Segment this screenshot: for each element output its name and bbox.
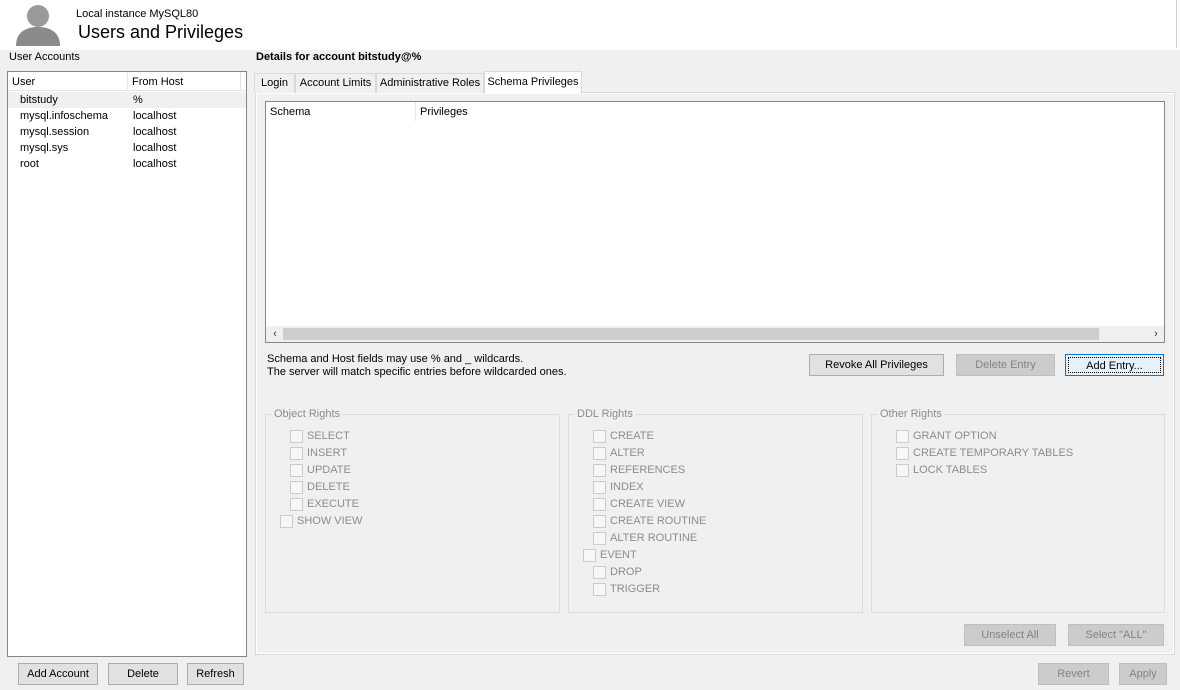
checkbox-label: CREATE VIEW: [610, 498, 685, 510]
select-all-button[interactable]: Select "ALL": [1068, 624, 1164, 646]
tab-account-limits[interactable]: Account Limits: [295, 73, 376, 93]
user-row[interactable]: mysql.sys localhost: [8, 140, 246, 156]
add-account-button[interactable]: Add Account: [18, 663, 98, 685]
checkbox-label: ALTER ROUTINE: [610, 532, 698, 544]
column-header-schema[interactable]: Schema: [270, 106, 310, 118]
checkbox-label: SHOW VIEW: [297, 515, 363, 527]
user-avatar-icon: [16, 5, 60, 46]
checkbox-label: CREATE ROUTINE: [610, 515, 707, 527]
user-name: mysql.session: [20, 126, 90, 138]
user-accounts-heading: User Accounts: [9, 51, 80, 63]
user-name: root: [20, 158, 39, 170]
user-host: localhost: [133, 158, 177, 170]
checkbox-box: [593, 532, 606, 545]
group-title: DDL Rights: [575, 408, 635, 420]
checkbox-box: [290, 464, 303, 477]
checkbox-box: [593, 464, 606, 477]
checkbox-label: SELECT: [307, 430, 350, 442]
user-list-header: User From Host: [8, 72, 246, 91]
checkbox-box: [290, 498, 303, 511]
checkbox-label: EXECUTE: [307, 498, 359, 510]
instance-label: Local instance MySQL80: [76, 8, 199, 20]
checkbox-label: INDEX: [610, 481, 644, 493]
user-name: mysql.infoschema: [20, 110, 109, 122]
user-row[interactable]: root localhost: [8, 156, 246, 172]
ddl-rights-group: DDL Rights CREATE ALTER REFERENCES INDEX…: [568, 408, 863, 613]
user-host: localhost: [133, 110, 177, 122]
header-divider: [1176, 0, 1177, 48]
user-rows: bitstudy % mysql.infoschema localhost my…: [8, 92, 246, 172]
other-rights-group: Other Rights GRANT OPTION CREATE TEMPORA…: [871, 408, 1165, 613]
tab-login[interactable]: Login: [254, 73, 295, 93]
checkbox-label: INSERT: [307, 447, 348, 459]
unselect-all-button[interactable]: Unselect All: [964, 624, 1056, 646]
user-name: bitstudy: [20, 94, 58, 106]
checkbox-box: [593, 498, 606, 511]
page-title: Users and Privileges: [78, 22, 244, 42]
checkbox-label: REFERENCES: [610, 464, 686, 476]
details-title: Details for account bitstudy@%: [256, 51, 422, 63]
checkbox-label: DROP: [610, 566, 642, 578]
user-accounts-list[interactable]: User From Host bitstudy % mysql.infosche…: [7, 71, 247, 657]
wildcard-hint-2: The server will match specific entries b…: [267, 366, 567, 378]
user-host: localhost: [133, 142, 177, 154]
delete-entry-button[interactable]: Delete Entry: [956, 354, 1055, 376]
scroll-left-icon[interactable]: ‹: [267, 326, 283, 342]
group-title: Object Rights: [272, 408, 343, 420]
user-row[interactable]: bitstudy %: [8, 92, 246, 108]
user-host: %: [133, 94, 143, 106]
checkbox-box: [593, 583, 606, 596]
revoke-all-privileges-button[interactable]: Revoke All Privileges: [809, 354, 944, 376]
checkbox-label: LOCK TABLES: [913, 464, 988, 476]
checkbox-label: GRANT OPTION: [913, 430, 997, 442]
checkbox-box: [593, 481, 606, 494]
refresh-button[interactable]: Refresh: [187, 663, 244, 685]
checkbox-label: UPDATE: [307, 464, 351, 476]
add-entry-button[interactable]: Add Entry...: [1065, 354, 1164, 376]
checkbox-box: [593, 430, 606, 443]
column-separator: [127, 72, 128, 90]
group-title: Other Rights: [878, 408, 944, 420]
checkbox-label: TRIGGER: [610, 583, 661, 595]
checkbox-label: CREATE: [610, 430, 654, 442]
add-entry-label: Add Entry...: [1068, 357, 1161, 373]
checkbox-box: [896, 430, 909, 443]
checkbox-label: DELETE: [307, 481, 350, 493]
object-rights-group: Object Rights SELECT INSERT UPDATE DELET…: [265, 408, 560, 613]
user-row[interactable]: mysql.infoschema localhost: [8, 108, 246, 124]
wildcard-hint: Schema and Host fields may use % and _ w…: [267, 353, 524, 365]
checkbox-box: [583, 549, 596, 562]
checkbox-box: [593, 515, 606, 528]
column-separator: [240, 72, 241, 90]
tab-administrative-roles[interactable]: Administrative Roles: [376, 73, 484, 93]
checkbox-box: [593, 447, 606, 460]
tab-schema-privileges[interactable]: Schema Privileges: [484, 71, 582, 94]
scroll-right-icon[interactable]: ›: [1148, 326, 1164, 342]
column-header-user[interactable]: User: [12, 76, 35, 88]
delete-account-button[interactable]: Delete: [108, 663, 178, 685]
checkbox-box: [896, 464, 909, 477]
checkbox-box: [896, 447, 909, 460]
apply-button[interactable]: Apply: [1119, 663, 1167, 685]
checkbox-label: EVENT: [600, 549, 637, 561]
column-separator: [415, 102, 416, 121]
user-name: mysql.sys: [20, 142, 69, 154]
column-header-host[interactable]: From Host: [132, 76, 183, 88]
checkbox-box: [290, 430, 303, 443]
checkbox-box: [290, 447, 303, 460]
revert-button[interactable]: Revert: [1038, 663, 1109, 685]
schema-privileges-table[interactable]: Schema Privileges ‹ ›: [265, 101, 1165, 343]
user-host: localhost: [133, 126, 177, 138]
checkbox-box: [280, 515, 293, 528]
scrollbar-thumb[interactable]: [283, 328, 1099, 340]
checkbox-box: [593, 566, 606, 579]
column-header-privileges[interactable]: Privileges: [420, 106, 468, 118]
user-row[interactable]: mysql.session localhost: [8, 124, 246, 140]
horizontal-scrollbar[interactable]: ‹ ›: [266, 326, 1164, 342]
checkbox-label: CREATE TEMPORARY TABLES: [913, 447, 1074, 459]
checkbox-label: ALTER: [610, 447, 645, 459]
checkbox-box: [290, 481, 303, 494]
